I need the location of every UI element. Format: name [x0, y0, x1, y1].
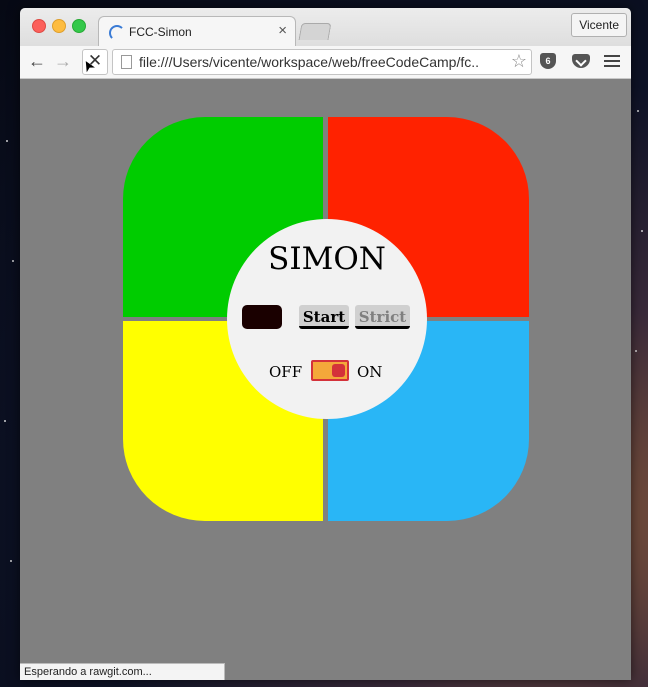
star: [637, 110, 639, 112]
star: [635, 350, 637, 352]
navigation-toolbar: ← → ✕ file:///Users/vicente/workspace/we…: [20, 46, 631, 79]
page-icon: [121, 55, 132, 69]
new-tab-button[interactable]: [298, 23, 332, 40]
tab-fcc-simon[interactable]: FCC-Simon ×: [98, 16, 296, 47]
power-row: OFF ON: [227, 360, 427, 384]
title-bar: FCC-Simon × Vicente: [20, 8, 631, 47]
back-arrow-icon[interactable]: ←: [28, 50, 46, 72]
game-title: SIMON: [268, 241, 386, 277]
strict-button[interactable]: Strict: [355, 305, 410, 329]
status-bar: Esperando a rawgit.com...: [20, 663, 225, 680]
window-maximize-button[interactable]: [72, 19, 86, 33]
star: [10, 560, 12, 562]
control-panel: SIMON Start Strict OFF ON: [227, 219, 427, 419]
profile-button[interactable]: Vicente: [571, 13, 627, 37]
window-close-button[interactable]: [32, 19, 46, 33]
switch-knob[interactable]: [332, 364, 345, 377]
forward-arrow-icon[interactable]: →: [54, 50, 72, 72]
star: [641, 230, 643, 232]
window-minimize-button[interactable]: [52, 19, 66, 33]
tab-close-icon[interactable]: ×: [278, 22, 287, 39]
start-button[interactable]: Start: [299, 305, 349, 329]
browser-window: FCC-Simon × Vicente ← → ✕ file:///Users/…: [20, 8, 631, 680]
url-text[interactable]: file:///Users/vicente/workspace/web/free…: [139, 54, 479, 70]
page-content: SIMON Start Strict OFF ON: [20, 79, 631, 680]
star: [4, 420, 6, 422]
on-label: ON: [357, 363, 383, 381]
loading-spinner-icon: [109, 25, 125, 41]
count-display: [242, 305, 282, 329]
star: [12, 260, 14, 262]
address-bar[interactable]: file:///Users/vicente/workspace/web/free…: [112, 49, 532, 75]
pocket-icon[interactable]: [572, 54, 590, 68]
hamburger-menu-icon[interactable]: [604, 55, 620, 70]
tab-title: FCC-Simon: [129, 25, 192, 39]
off-label: OFF: [269, 363, 303, 381]
power-switch[interactable]: [311, 360, 349, 381]
bookmark-star-icon[interactable]: ☆: [511, 51, 527, 72]
star: [6, 140, 8, 142]
extension-shield-icon[interactable]: 6: [540, 53, 556, 69]
simon-board: SIMON Start Strict OFF ON: [123, 117, 529, 523]
